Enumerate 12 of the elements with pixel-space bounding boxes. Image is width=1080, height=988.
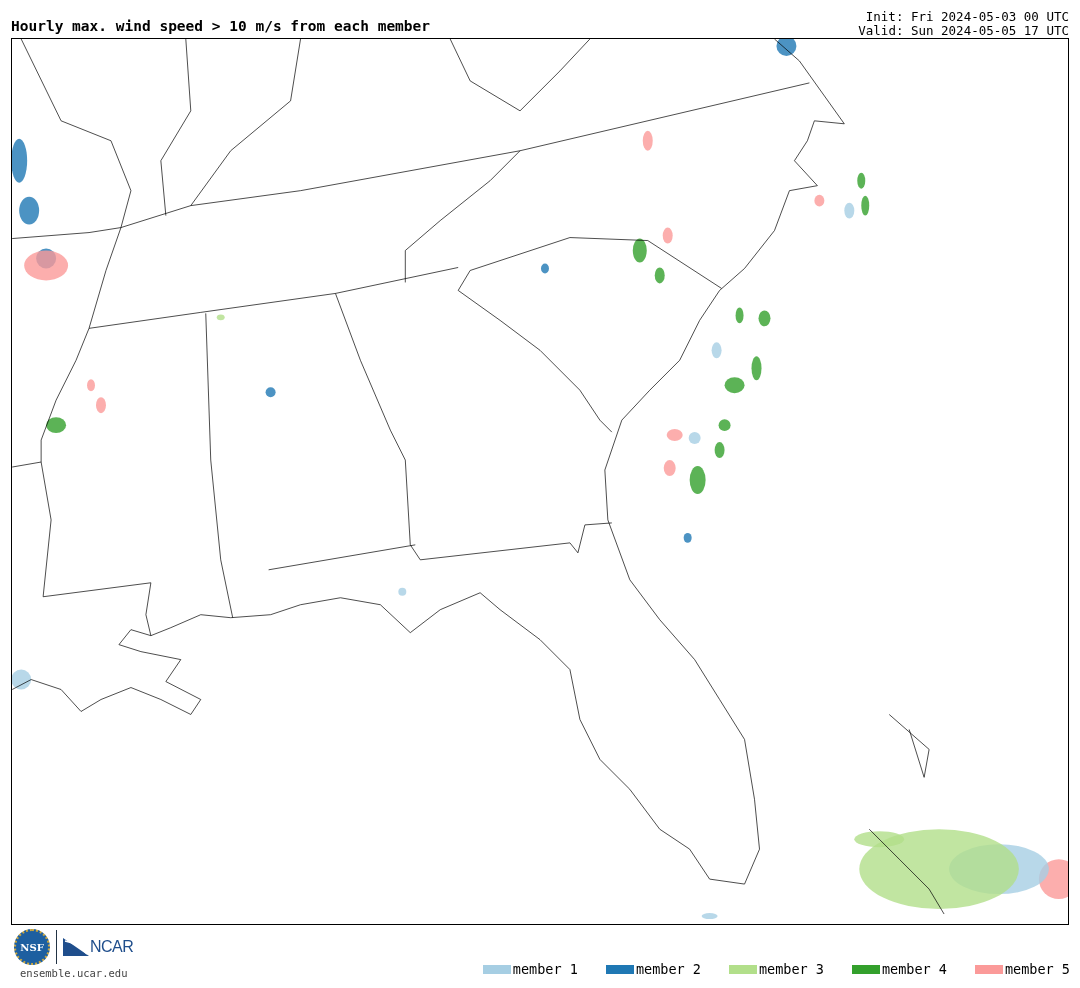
legend-label: member 3: [758, 961, 824, 977]
legend-label: member 5: [1004, 961, 1070, 977]
init-time: Init: Fri 2024-05-03 00 UTC: [865, 10, 1069, 24]
ncar-logo: NCAR: [90, 938, 134, 956]
legend-label: member 2: [635, 961, 701, 977]
legend-label: member 4: [881, 961, 947, 977]
plot-title: Hourly max. wind speed > 10 m/s from each member: [11, 18, 431, 36]
site-url: ensemble.ucar.edu: [20, 967, 129, 979]
ncar-logo-icon: [63, 938, 89, 956]
legend-label: member 1: [512, 961, 578, 977]
valid-time: Valid: Sun 2024-05-05 17 UTC: [858, 24, 1069, 38]
nsf-logo: NSF: [14, 929, 50, 965]
